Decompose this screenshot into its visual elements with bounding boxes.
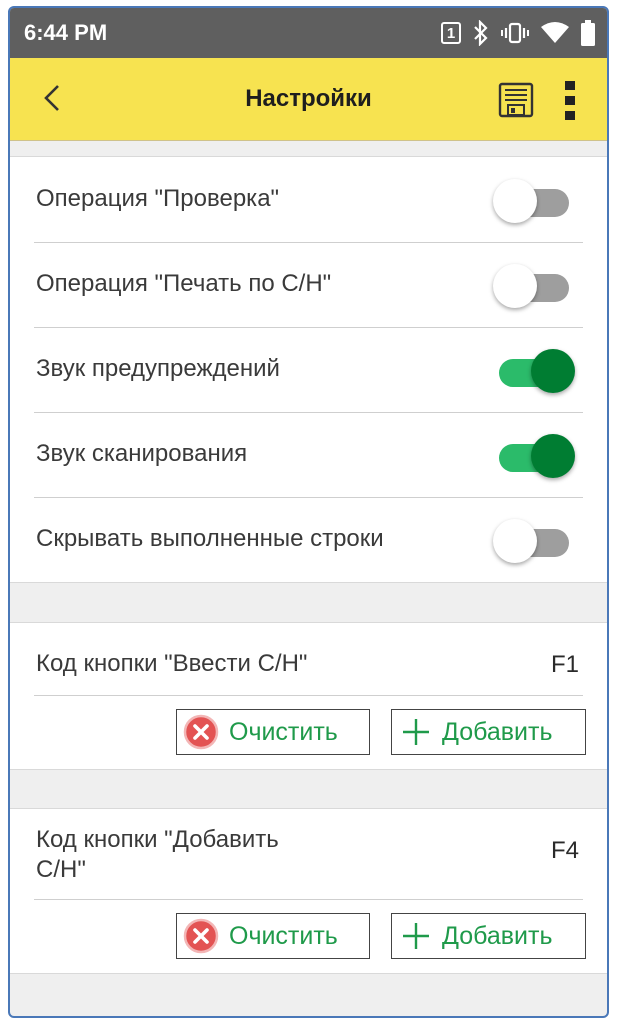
switch-thumb <box>531 434 575 478</box>
toggle-label: Звук предупреждений <box>36 355 280 382</box>
app-window: 6:44 PM 1 Настройки Операция "Проверка" … <box>8 6 609 1018</box>
save-button[interactable] <box>498 82 534 118</box>
divider <box>34 695 583 696</box>
add-button-label: Добавить <box>442 921 553 950</box>
more-vertical-icon <box>565 81 575 120</box>
key-setting-card-add-serial: Код кнопки "Добавить С/Н" F4 Очистить До… <box>10 808 607 974</box>
switch-thumb <box>493 264 537 308</box>
status-bar: 6:44 PM 1 <box>10 8 607 58</box>
toggle-settings-card: Операция "Проверка" Операция "Печать по … <box>10 156 607 583</box>
print-by-serial-switch[interactable] <box>493 264 575 308</box>
add-button-label: Добавить <box>442 717 553 746</box>
battery-icon <box>581 20 595 46</box>
clear-icon <box>183 918 219 954</box>
scan-sound-switch[interactable] <box>493 434 575 478</box>
toggle-label: Операция "Печать по С/Н" <box>36 270 332 297</box>
hide-completed-switch[interactable] <box>493 519 575 563</box>
clear-button-label: Очистить <box>229 921 338 950</box>
bluetooth-icon <box>474 20 488 46</box>
toggle-row-hide-completed[interactable]: Скрывать выполненные строки <box>34 497 583 582</box>
toggle-row-check-operation[interactable]: Операция "Проверка" <box>34 157 583 243</box>
switch-thumb <box>531 349 575 393</box>
toggle-row-warning-sound[interactable]: Звук предупреждений <box>34 327 583 413</box>
key-setting-card-enter-serial: Код кнопки "Ввести С/Н" F1 Очистить Доба… <box>10 622 607 770</box>
key-label-line-1: Код кнопки "Добавить <box>36 826 279 853</box>
key-label: Код кнопки "Ввести С/Н" <box>36 650 308 677</box>
clear-icon <box>183 714 219 750</box>
clear-button-label: Очистить <box>229 717 338 746</box>
plus-icon <box>403 923 429 949</box>
key-label: Код кнопки "Добавить С/Н" <box>36 825 279 885</box>
app-bar: Настройки <box>10 58 607 141</box>
toggle-row-scan-sound[interactable]: Звук сканирования <box>34 412 583 498</box>
status-icons: 1 <box>441 18 595 48</box>
key-label-line-2: С/Н" <box>36 856 86 883</box>
status-time: 6:44 PM <box>24 20 108 45</box>
add-button[interactable]: Добавить <box>391 709 586 755</box>
key-value: F4 <box>550 837 579 864</box>
vibrate-icon <box>501 22 529 44</box>
clear-button[interactable]: Очистить <box>176 709 370 755</box>
toggle-label: Скрывать выполненные строки <box>36 525 384 552</box>
toggle-label: Операция "Проверка" <box>36 185 280 212</box>
plus-icon <box>403 719 429 745</box>
toggle-row-print-by-serial[interactable]: Операция "Печать по С/Н" <box>34 242 583 328</box>
floppy-disk-icon <box>498 82 534 118</box>
sim-slot-icon: 1 <box>441 22 461 44</box>
add-button[interactable]: Добавить <box>391 913 586 959</box>
more-options-button[interactable] <box>556 78 584 122</box>
wifi-icon <box>541 22 569 43</box>
check-operation-switch[interactable] <box>493 179 575 223</box>
key-value: F1 <box>550 651 579 678</box>
toggle-label: Звук сканирования <box>36 440 248 467</box>
warning-sound-switch[interactable] <box>493 349 575 393</box>
switch-thumb <box>493 519 537 563</box>
switch-thumb <box>493 179 537 223</box>
divider <box>34 899 583 900</box>
clear-button[interactable]: Очистить <box>176 913 370 959</box>
